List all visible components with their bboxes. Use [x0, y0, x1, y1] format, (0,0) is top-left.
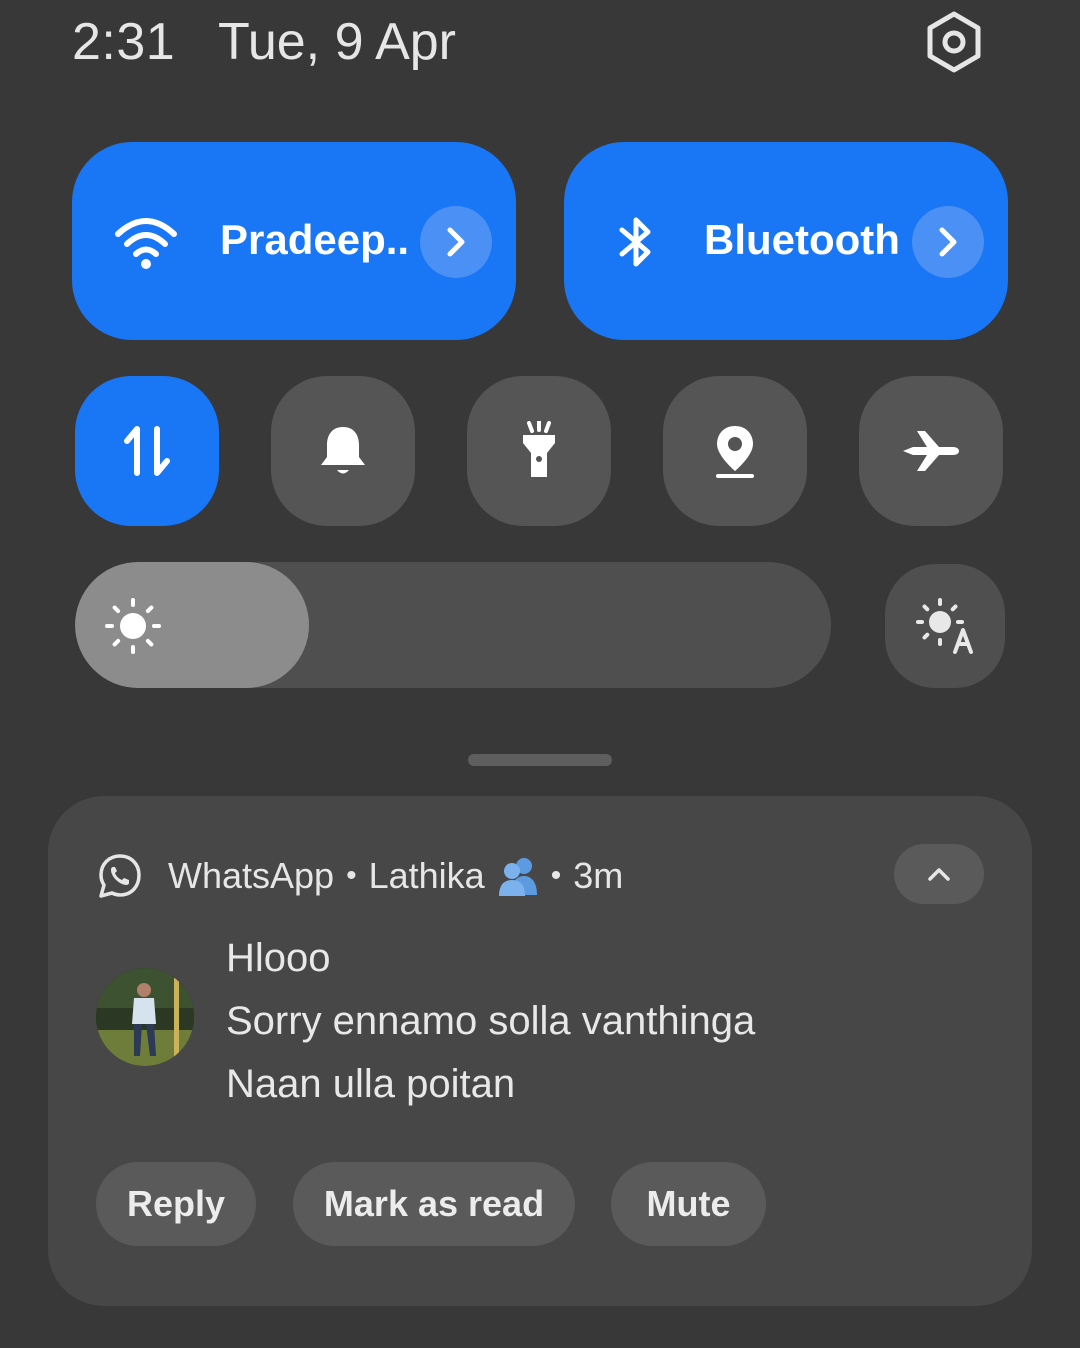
airplane-mode-icon: [903, 431, 959, 471]
notification-shade: 2:31 Tue, 9 Apr Pradeep.. Bluetooth What…: [0, 0, 1080, 1348]
wifi-network-label: Pradeep..: [220, 216, 410, 263]
notification-sender: Lathika: [368, 855, 485, 896]
notification-time: 3m: [573, 855, 624, 896]
airplane-mode-toggle[interactable]: [859, 376, 1003, 526]
chevron-right-icon: [447, 227, 465, 257]
wifi-expand-button[interactable]: [420, 206, 492, 278]
chevron-right-icon: [939, 227, 957, 257]
collapse-button[interactable]: [894, 844, 984, 904]
message-line-1: Hlooo: [226, 936, 331, 980]
location-icon: [716, 426, 754, 478]
bluetooth-label: Bluetooth: [704, 216, 900, 263]
reply-button[interactable]: Reply: [96, 1162, 256, 1246]
mobile-data-toggle[interactable]: [75, 376, 219, 526]
flashlight-toggle[interactable]: [467, 376, 611, 526]
wifi-icon: [114, 212, 178, 272]
avatar: [96, 968, 194, 1066]
settings-icon[interactable]: [922, 10, 986, 74]
notification-app-name: WhatsApp: [168, 855, 335, 896]
date: Tue, 9 Apr: [218, 13, 456, 71]
separator-dot: •: [550, 859, 562, 892]
separator-dot: •: [346, 859, 357, 892]
location-toggle[interactable]: [663, 376, 807, 526]
flashlight-icon: [523, 421, 555, 477]
auto-brightness-button[interactable]: [885, 564, 1005, 688]
message-line-3: Naan ulla poitan: [226, 1062, 516, 1106]
sound-bell-icon: [321, 427, 365, 474]
bluetooth-icon: [610, 214, 664, 270]
mark-as-read-button[interactable]: Mark as read: [293, 1162, 575, 1246]
notification-header: WhatsApp • Lathika • 3m: [96, 848, 623, 904]
brightness-icon: [103, 596, 163, 656]
sound-toggle[interactable]: [271, 376, 415, 526]
drag-handle[interactable]: [468, 754, 612, 766]
mute-button[interactable]: Mute: [611, 1162, 766, 1246]
chevron-up-icon: [928, 868, 950, 881]
brightness-slider[interactable]: [75, 562, 831, 688]
whatsapp-icon: [99, 854, 141, 898]
bluetooth-tile[interactable]: Bluetooth: [564, 142, 1008, 340]
wifi-tile[interactable]: Pradeep..: [72, 142, 516, 340]
message-line-2: Sorry ennamo solla vanthinga: [226, 999, 756, 1043]
mobile-data-icon: [124, 426, 170, 476]
whatsapp-notification[interactable]: WhatsApp • Lathika • 3m Hlooo Sorry enna…: [48, 796, 1032, 1306]
auto-brightness-icon: [916, 598, 973, 654]
bluetooth-expand-button[interactable]: [912, 206, 984, 278]
couple-emoji-icon: [498, 858, 537, 896]
clock: 2:31: [72, 13, 176, 71]
